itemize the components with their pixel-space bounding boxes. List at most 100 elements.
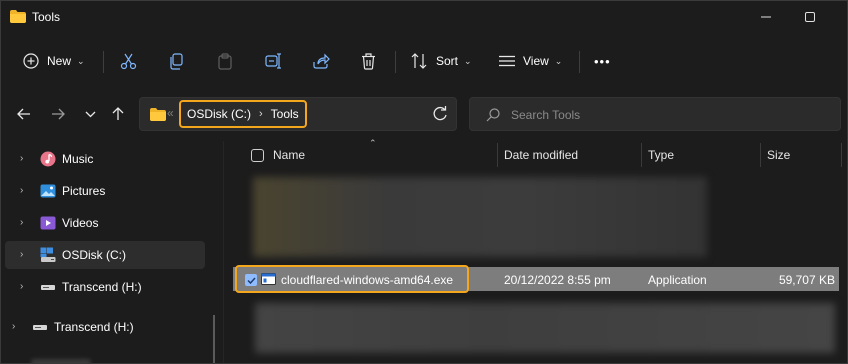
folder-icon <box>150 108 166 121</box>
delete-button[interactable] <box>361 45 376 77</box>
folder-icon <box>10 10 26 23</box>
share-button[interactable] <box>313 45 330 77</box>
row-checkbox[interactable] <box>245 274 257 286</box>
removable-drive-icon <box>33 325 47 330</box>
arrow-right-icon <box>52 108 65 120</box>
rename-button[interactable] <box>265 45 282 77</box>
sidebar-item-transcend[interactable]: › Transcend (H:) <box>5 273 205 301</box>
new-button[interactable]: New ⌄ <box>23 45 85 77</box>
music-icon <box>40 151 56 167</box>
chevron-down-icon: ⌄ <box>77 55 85 66</box>
view-list-icon <box>499 55 515 67</box>
removable-drive-icon <box>41 285 55 290</box>
chevron-right-icon[interactable]: › <box>20 249 23 260</box>
new-label: New <box>47 54 72 68</box>
search-input[interactable]: Search Tools <box>511 108 580 122</box>
column-header-type[interactable]: Type <box>648 141 748 169</box>
copy-button[interactable] <box>169 45 185 77</box>
sort-button[interactable]: Sort ⌄ <box>411 45 472 77</box>
column-divider[interactable] <box>641 143 642 167</box>
title-bar: Tools <box>1 1 847 33</box>
recent-locations-button[interactable] <box>80 105 100 123</box>
sidebar-scrollbar[interactable] <box>213 315 215 363</box>
column-header-date[interactable]: Date modified <box>504 141 634 169</box>
plus-circle-icon <box>23 53 39 69</box>
sidebar-item-pictures[interactable]: › Pictures <box>5 177 205 205</box>
chevron-right-icon[interactable]: › <box>20 153 23 164</box>
pane-divider[interactable] <box>223 141 224 363</box>
chevron-down-icon: ⌄ <box>554 55 563 66</box>
videos-icon <box>40 216 56 230</box>
checkmark-icon <box>246 276 256 284</box>
scissors-icon <box>120 53 137 69</box>
column-name-label: Name <box>273 148 306 162</box>
copy-icon <box>170 52 183 70</box>
chevron-right-icon[interactable]: › <box>20 185 23 196</box>
column-header-size[interactable]: Size <box>767 141 827 169</box>
arrow-up-icon <box>112 107 124 120</box>
column-divider[interactable] <box>841 143 842 167</box>
paste-button[interactable] <box>217 45 233 77</box>
minimize-button[interactable] <box>743 1 789 33</box>
sidebar-item-label: Transcend (H:) <box>54 320 134 334</box>
file-list: ⌃ Name Date modified Type Size cloudflar… <box>233 138 847 363</box>
paste-icon <box>218 52 232 70</box>
pictures-icon <box>40 184 56 198</box>
drive-icon <box>40 247 56 262</box>
view-label: View <box>523 54 549 68</box>
sidebar-item-label: Videos <box>62 216 99 230</box>
column-type-label: Type <box>648 148 675 162</box>
toolbar-divider <box>579 51 580 73</box>
select-all-checkbox[interactable] <box>251 149 264 162</box>
sort-icon <box>411 53 427 69</box>
chevron-down-icon <box>85 111 95 117</box>
file-explorer-window: Tools New ⌄ Sort ⌄ View ⌄ ••• « OSDisk (… <box>0 0 848 364</box>
column-date-label: Date modified <box>504 148 579 162</box>
breadcrumb-separator[interactable]: › <box>259 108 263 120</box>
address-overflow[interactable]: « <box>167 106 174 120</box>
file-name[interactable]: cloudflared-windows-amd64.exe <box>281 273 453 287</box>
sort-label: Sort <box>436 54 459 68</box>
forward-button[interactable] <box>48 105 68 123</box>
sidebar-item-music[interactable]: › Music <box>5 145 205 173</box>
cut-button[interactable] <box>120 45 137 77</box>
more-options-button[interactable]: ••• <box>594 45 611 77</box>
address-row: « OSDisk (C:) › Tools Search Tools <box>1 91 847 137</box>
breadcrumb-item-tools[interactable]: Tools <box>271 107 299 121</box>
chevron-right-icon[interactable]: › <box>12 321 15 332</box>
sidebar-item-label: Music <box>62 152 94 166</box>
column-size-label: Size <box>767 148 791 162</box>
navigation-pane: › Music › Pictures › Videos › OSDisk (C:… <box>1 141 213 363</box>
window-title: Tools <box>32 10 61 24</box>
breadcrumb: OSDisk (C:) › Tools <box>179 100 307 128</box>
search-box[interactable]: Search Tools <box>469 97 841 131</box>
sidebar-item-videos[interactable]: › Videos <box>5 209 205 237</box>
search-icon <box>486 108 500 122</box>
toolbar-divider <box>103 51 104 73</box>
rename-icon <box>265 53 281 69</box>
column-header-name[interactable]: Name <box>273 141 493 169</box>
command-bar: New ⌄ Sort ⌄ View ⌄ ••• <box>1 39 847 83</box>
back-button[interactable] <box>14 105 34 123</box>
toolbar-divider <box>395 51 396 73</box>
address-bar[interactable]: « OSDisk (C:) › Tools <box>139 97 457 131</box>
redacted-rows <box>255 303 835 353</box>
sidebar-item-label: Transcend (H:) <box>62 280 142 294</box>
chevron-down-icon: ⌄ <box>464 55 472 66</box>
file-type: Application <box>648 273 707 287</box>
view-button[interactable]: View ⌄ <box>499 45 562 77</box>
maximize-button[interactable] <box>787 1 833 33</box>
sidebar-partial-item <box>31 359 91 363</box>
column-divider[interactable] <box>497 143 498 167</box>
sidebar-item-osdisk[interactable]: › OSDisk (C:) <box>5 241 205 269</box>
breadcrumb-item-osdisk[interactable]: OSDisk (C:) <box>187 107 251 121</box>
sidebar-item-transcend-root[interactable]: › Transcend (H:) <box>1 313 197 341</box>
chevron-right-icon[interactable]: › <box>20 281 23 292</box>
minimize-icon <box>761 16 771 18</box>
up-button[interactable] <box>108 105 128 123</box>
refresh-icon[interactable] <box>432 106 448 122</box>
chevron-right-icon[interactable]: › <box>20 217 23 228</box>
column-divider[interactable] <box>760 143 761 167</box>
sidebar-item-label: OSDisk (C:) <box>62 248 126 262</box>
redacted-rows <box>253 177 707 257</box>
